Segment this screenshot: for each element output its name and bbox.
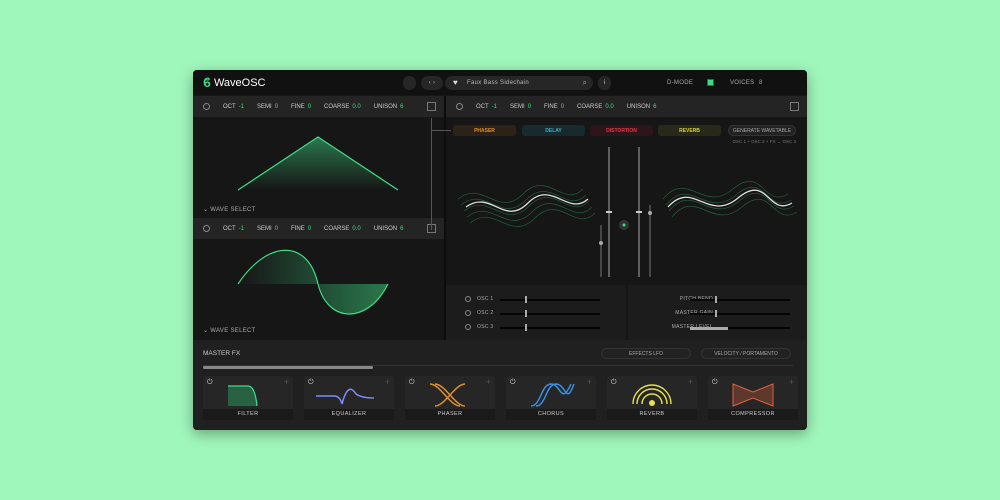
semi[interactable]: SEMI 0 xyxy=(510,104,531,110)
fx-scrollbar[interactable] xyxy=(203,366,373,369)
unison[interactable]: UNISON 6 xyxy=(627,104,657,110)
wavetable-display xyxy=(457,147,798,277)
power-icon[interactable] xyxy=(203,225,210,232)
voices-value[interactable]: 8 xyxy=(759,80,763,86)
routing-text: OSC 1 + OSC 2 + FX → OSC 3 xyxy=(732,139,796,144)
master-fx-title: MASTER FX xyxy=(203,350,241,357)
equalizer-icon xyxy=(316,388,375,405)
osc2-waveform xyxy=(237,249,389,315)
effects-lfo-button[interactable]: EFFECTS LFO xyxy=(601,348,691,359)
osc-mix-label: OSC 3 xyxy=(477,324,494,330)
power-icon[interactable] xyxy=(203,103,210,110)
master-slider[interactable] xyxy=(690,326,790,330)
fx-card-compressor[interactable]: ⏻ + COMPRESSOR xyxy=(708,376,798,420)
coarse[interactable]: COARSE 0.0 xyxy=(577,104,614,110)
chorus-icon xyxy=(530,383,575,407)
header: ϐ WaveOSC ‹ › ♥ Faux Bass Sidechain ⌕ i D… xyxy=(193,70,807,95)
unison[interactable]: UNISON 6 xyxy=(374,104,404,110)
app-name: WaveOSC xyxy=(213,76,266,89)
fx-card-equalizer[interactable]: ⏻ + EQUALIZER xyxy=(304,376,394,420)
fx-card-filter[interactable]: ⏻ + FILTER xyxy=(203,376,293,420)
fx-card-chorus[interactable]: ⏻ + CHORUS xyxy=(506,376,596,420)
fx-chip-phaser[interactable]: PHASER xyxy=(453,125,516,136)
osc-power-icon[interactable] xyxy=(465,296,471,302)
search-icon[interactable]: ⌕ xyxy=(583,78,587,88)
preset-search[interactable]: ♥ Faux Bass Sidechain ⌕ xyxy=(445,76,593,90)
synth-window: ϐ WaveOSC ‹ › ♥ Faux Bass Sidechain ⌕ i D… xyxy=(193,70,807,430)
fine[interactable]: FINE 0 xyxy=(544,104,564,110)
power-icon[interactable] xyxy=(456,103,463,110)
fx-card-label: REVERB xyxy=(607,409,697,420)
fx-card-label: EQUALIZER xyxy=(304,409,394,420)
semi[interactable]: SEMI 0 xyxy=(257,226,278,232)
filter-icon xyxy=(228,385,258,407)
fx-card-label: COMPRESSOR xyxy=(708,409,798,420)
fx-card-label: FILTER xyxy=(203,409,293,420)
edit-icon[interactable] xyxy=(427,102,436,111)
osc-level-slider[interactable] xyxy=(500,324,600,331)
oct[interactable]: OCT -1 xyxy=(223,226,244,232)
osc-mix-label: OSC 1 xyxy=(477,296,494,302)
oct[interactable]: OCT -1 xyxy=(223,104,244,110)
edit-icon[interactable] xyxy=(790,102,799,111)
compressor-icon xyxy=(732,383,774,407)
osc-level-slider[interactable] xyxy=(500,296,600,303)
osc1-controls: OCT -1 SEMI 0 FINE 0 COARSE 0.0 UNISON 6 xyxy=(193,96,444,117)
logo: ϐ WaveOSC xyxy=(203,75,265,90)
fx-card-label: CHORUS xyxy=(506,409,596,420)
fx-card-reverb[interactable]: ⏻ + REVERB xyxy=(607,376,697,420)
routing-line xyxy=(431,118,432,230)
info-button[interactable]: i xyxy=(598,76,611,90)
fx-chip-delay[interactable]: DELAY xyxy=(522,125,585,136)
master-slider[interactable] xyxy=(690,310,790,317)
routing-line xyxy=(431,130,451,131)
save-button[interactable] xyxy=(403,76,416,90)
fx-card-label: PHASER xyxy=(405,409,495,420)
osc-mix-label: OSC 2 xyxy=(477,310,494,316)
osc1-wave-select[interactable]: ⌄ WAVE SELECT xyxy=(203,206,256,213)
osc-power-icon[interactable] xyxy=(465,324,471,330)
voices-label: VOICES xyxy=(730,80,755,86)
semi[interactable]: SEMI 0 xyxy=(257,104,278,110)
generate-wavetable-button[interactable]: GENERATE WAVETABLE xyxy=(728,125,796,136)
unison[interactable]: UNISON 6 xyxy=(374,226,404,232)
preset-nav-buttons[interactable]: ‹ › xyxy=(421,76,443,90)
heart-icon[interactable]: ♥ xyxy=(453,78,458,87)
fine[interactable]: FINE 0 xyxy=(291,104,311,110)
d-mode-toggle[interactable] xyxy=(707,79,714,86)
fx-card-phaser[interactable]: ⏻ + PHASER xyxy=(405,376,495,420)
master-slider[interactable] xyxy=(690,296,790,303)
osc-level-slider[interactable] xyxy=(500,310,600,317)
d-mode-label: D-MODE xyxy=(667,80,694,86)
reverb-icon xyxy=(632,384,672,406)
preset-name: Faux Bass Sidechain xyxy=(467,80,530,86)
fx-chip-distortion[interactable]: DISTORTION xyxy=(590,125,653,136)
fx-chip-reverb[interactable]: REVERB xyxy=(658,125,721,136)
osc1-waveform xyxy=(237,136,399,191)
coarse[interactable]: COARSE 0.0 xyxy=(324,104,361,110)
velocity-portamento-button[interactable]: VELOCITY / PORTAMENTO xyxy=(701,348,791,359)
osc2-controls: OCT -1 SEMI 0 FINE 0 COARSE 0.0 UNISON 6 xyxy=(193,218,444,239)
coarse[interactable]: COARSE 0.0 xyxy=(324,226,361,232)
fine[interactable]: FINE 0 xyxy=(291,226,311,232)
osc-power-icon[interactable] xyxy=(465,310,471,316)
oct[interactable]: OCT -1 xyxy=(476,104,497,110)
logo-icon: ϐ xyxy=(203,75,211,90)
osc3-controls: OCT -1 SEMI 0 FINE 0 COARSE 0.0 UNISON 6 xyxy=(446,96,807,117)
osc2-wave-select[interactable]: ⌄ WAVE SELECT xyxy=(203,327,256,334)
phaser-icon xyxy=(429,383,466,407)
